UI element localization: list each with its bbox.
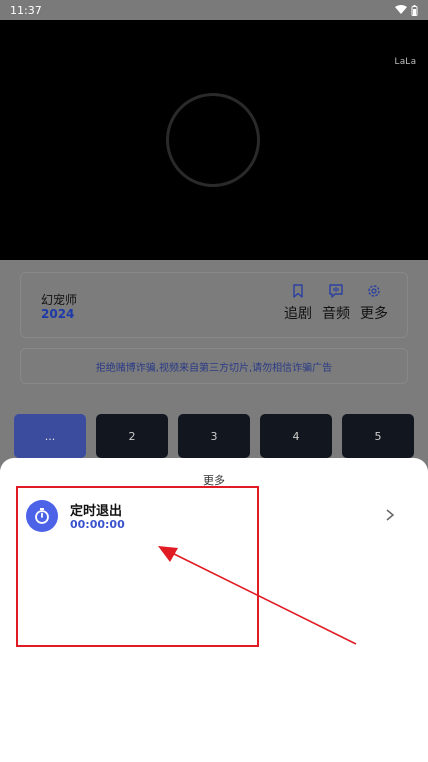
more-label: 更多 <box>360 306 388 322</box>
loading-spinner-icon <box>166 93 260 187</box>
episode-button[interactable]: 5 <box>342 414 414 458</box>
episode-button[interactable]: 3 <box>178 414 250 458</box>
gear-icon <box>368 285 380 297</box>
status-bar: 11:37 <box>0 0 428 20</box>
episode-list: ... 2 3 4 5 <box>14 414 414 458</box>
more-bottom-sheet: 更多 定时退出 00:00:00 <box>0 458 428 762</box>
audio-icon <box>329 284 343 298</box>
follow-button[interactable]: 追剧 <box>283 283 313 323</box>
audio-button[interactable]: 音频 <box>321 283 351 323</box>
status-time: 11:37 <box>10 3 42 17</box>
video-watermark: LaLa <box>394 57 416 67</box>
show-year: 2024 <box>41 307 75 321</box>
audio-label: 音频 <box>322 306 350 322</box>
video-player[interactable]: LaLa <box>0 20 428 260</box>
battery-icon <box>411 4 418 16</box>
annotation-arrow-icon <box>158 546 357 645</box>
show-title: 幻宠师 <box>41 293 78 307</box>
show-info-card: 幻宠师 2024 追剧 音频 更多 <box>20 272 408 338</box>
more-button[interactable]: 更多 <box>359 283 389 323</box>
episode-button[interactable]: 2 <box>96 414 168 458</box>
wifi-icon <box>395 5 407 14</box>
episode-button[interactable]: 4 <box>260 414 332 458</box>
anti-fraud-notice: 拒绝赌博诈骗,视频来自第三方切片,请勿相信诈骗广告 <box>20 348 408 384</box>
chevron-right-icon <box>386 509 395 521</box>
status-icons <box>395 4 418 16</box>
bookmark-icon <box>293 284 303 298</box>
follow-label: 追剧 <box>284 306 312 322</box>
action-bar: 追剧 音频 更多 <box>283 283 389 323</box>
episode-button[interactable]: ... <box>14 414 86 458</box>
